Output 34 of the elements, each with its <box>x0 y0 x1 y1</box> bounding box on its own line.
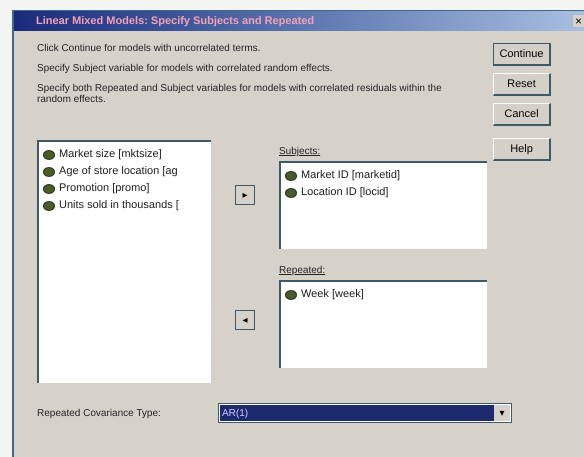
instruction-text: Click Continue for models with uncorrelated terms. <box>37 43 262 54</box>
variable-item[interactable]: Age of store location [ag <box>59 163 178 180</box>
move-button[interactable]: ▸ <box>235 185 255 205</box>
variable-icon <box>285 170 297 180</box>
subjects-label: Subjects: <box>279 145 322 159</box>
instruction-text: Specify both Repeated and Subject variables for models with correlated residuals within the random effects. <box>37 83 443 105</box>
repeated-label: Repeated: <box>279 264 326 278</box>
close-button[interactable]: × <box>572 15 584 27</box>
move-button[interactable]: ◂ <box>235 310 255 330</box>
variable-icon <box>285 188 297 198</box>
dropdown-value: AR(1) <box>220 405 494 421</box>
covariance-label: Repeated Covariance Type: <box>37 406 162 420</box>
variable-icon <box>43 150 55 160</box>
variable-item[interactable]: Week [week] <box>301 286 364 303</box>
dialog-button[interactable]: Help <box>493 138 551 162</box>
dialog-button[interactable]: Continue <box>493 43 551 66</box>
variable-icon <box>43 200 55 210</box>
variable-item[interactable]: Location ID [locid] <box>301 184 388 201</box>
covariance-dropdown[interactable]: AR(1) ▾ <box>218 403 512 423</box>
variable-icon <box>285 290 297 300</box>
instruction-text: Specify Subject variable for models with correlated random effects. <box>37 63 334 74</box>
dialog-button[interactable]: Reset <box>493 73 551 96</box>
variable-icon <box>43 184 55 194</box>
variable-item[interactable]: Promotion [promo] <box>59 180 150 197</box>
variable-item[interactable]: Market size [mktsize] <box>59 146 162 163</box>
dropdown-caret[interactable]: ▾ <box>494 405 510 421</box>
variable-list[interactable]: Week [week] <box>279 280 487 368</box>
variable-icon <box>43 166 55 176</box>
variable-list[interactable]: Market ID [marketid] Location ID [locid] <box>279 161 487 249</box>
variable-item[interactable]: Market ID [marketid] <box>301 167 400 184</box>
variable-item[interactable]: Units sold in thousands [ <box>59 197 179 214</box>
variable-list[interactable]: Market size [mktsize] Age of store location [ag Promotion [promo] Units sold in thousands [ <box>37 140 211 383</box>
dialog-button[interactable]: Cancel <box>493 103 551 126</box>
window-title: Linear Mixed Models: Specify Subjects and Repeated <box>36 14 314 29</box>
